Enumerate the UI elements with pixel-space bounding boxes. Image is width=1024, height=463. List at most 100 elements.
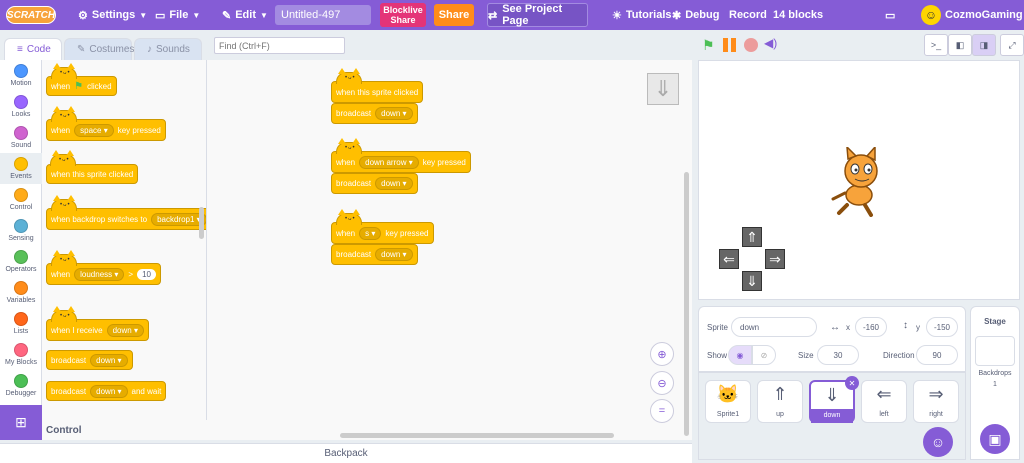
left-arrow-sprite[interactable]: ⇐ (719, 249, 739, 269)
edit-menu[interactable]: ✎ Edit ▼ (222, 0, 268, 30)
size-input[interactable]: 30 (817, 345, 859, 365)
right-arrow-sprite[interactable]: ⇒ (765, 249, 785, 269)
when-sprite-clicked-block[interactable]: when this sprite clicked (46, 164, 139, 184)
up-arrow-sprite[interactable]: ⇑ (742, 227, 762, 247)
settings-menu[interactable]: ⚙ Settings ▼ (78, 0, 147, 30)
category-my-blocks[interactable]: My Blocks (0, 339, 42, 370)
direction-input[interactable]: 90 (916, 345, 958, 365)
project-title-input[interactable]: Untitled-497 (275, 5, 371, 25)
small-stage-button[interactable]: ◧ (948, 34, 972, 56)
when-backdrop-switches-block[interactable]: •ᴗ• when backdrop switches to backdrop1 ▾ (46, 195, 206, 230)
debug-menu[interactable]: ✱ Debug (672, 0, 719, 30)
palette-scrollbar[interactable] (199, 207, 204, 239)
tab-code[interactable]: ≡ Code (4, 38, 62, 60)
show-visible-toggle[interactable]: ◉ (728, 345, 752, 365)
category-variables[interactable]: Variables (0, 277, 42, 308)
key-dropdown[interactable]: space ▾ (74, 123, 114, 137)
threshold-input[interactable]: 10 (137, 268, 156, 280)
message-dropdown[interactable]: down ▾ (375, 248, 413, 261)
message-dropdown[interactable]: down ▾ (106, 323, 144, 337)
blocklive-share-button[interactable]: Blocklive Share (380, 3, 426, 27)
zoom-out-icon: ⊖ (657, 377, 667, 390)
find-input[interactable] (214, 37, 345, 54)
pause-bar (731, 38, 736, 52)
workspace-vertical-scrollbar[interactable] (684, 172, 689, 436)
zoom-reset-button[interactable]: = (650, 399, 674, 423)
message-dropdown[interactable]: down ▾ (90, 353, 128, 367)
message-dropdown[interactable]: down ▾ (375, 177, 413, 190)
when-key-pressed-block[interactable]: •ᴗ• when space ▾ key pressed (46, 106, 166, 141)
see-project-page-button[interactable]: ⇄ See Project Page (487, 3, 588, 27)
record-menu[interactable]: Record (729, 0, 767, 30)
add-sprite-button[interactable]: ☺ (923, 427, 953, 457)
sprite-tile-right[interactable]: ⇒ right (913, 380, 959, 423)
key-dropdown[interactable]: down arrow ▾ (359, 155, 419, 169)
tab-sounds-label: Sounds (156, 44, 190, 55)
category-debugger[interactable]: Debugger (0, 370, 42, 401)
when-flag-clicked-block[interactable]: •ᴗ• when ⚑ clicked (46, 63, 117, 96)
zoom-out-button[interactable]: ⊖ (650, 371, 674, 395)
hat-ears: •ᴗ• (51, 195, 77, 211)
category-sensing[interactable]: Sensing (0, 215, 42, 246)
sprite-name-input[interactable]: down (731, 317, 817, 337)
account-menu[interactable]: ☺CozmoGaming▼ (921, 0, 1024, 30)
when-loudness-block[interactable]: •ᴗ• when loudness ▾ >10 (46, 250, 161, 285)
category-motion[interactable]: Motion (0, 60, 42, 91)
tutorials-menu[interactable]: ☀ Tutorials (612, 0, 672, 30)
my-stuff-folder[interactable]: ▭ (885, 0, 895, 30)
tab-costumes[interactable]: ✎ Costumes (64, 38, 134, 60)
message-dropdown[interactable]: down ▾ (90, 384, 128, 398)
tab-sounds[interactable]: ♪ Sounds (134, 38, 202, 60)
fullscreen-button[interactable]: ⤢ (1000, 34, 1024, 56)
terminal-icon: >_ (930, 40, 942, 50)
add-backdrop-button[interactable]: ▣ (980, 424, 1010, 454)
file-menu[interactable]: ▭ File ▼ (155, 0, 200, 30)
pause-button[interactable] (723, 38, 737, 52)
down-arrow-icon: ⇓ (746, 272, 758, 289)
broadcast-block[interactable]: broadcast down ▾ (331, 244, 418, 265)
green-flag-button[interactable]: ⚑ (702, 37, 715, 54)
when-key-pressed-block[interactable]: •ᴗ• when s ▾ key pressed (331, 209, 434, 244)
add-extension-button[interactable]: ⊞ (0, 405, 42, 440)
category-control[interactable]: Control (0, 184, 42, 215)
script-workspace[interactable]: •ᴗ• when this sprite clicked broadcast dow… (207, 60, 692, 440)
when-i-receive-block[interactable]: •ᴗ• when I receive down ▾ (46, 306, 149, 341)
show-hidden-toggle[interactable]: ⊘ (752, 345, 776, 365)
broadcast-block[interactable]: broadcast down ▾ (331, 173, 418, 194)
scratch-logo[interactable]: SCRATCH (6, 6, 56, 24)
sprite-tile-sprite1[interactable]: 🐱 Sprite1 (705, 380, 751, 423)
y-arrows-icon: ↕ (903, 320, 908, 331)
broadcast-block[interactable]: broadcast down ▾ (46, 350, 133, 370)
x-position-input[interactable]: -160 (855, 317, 887, 337)
sound-toggle-icon[interactable]: ◀) (764, 36, 777, 50)
sprite-tile-left[interactable]: ⇐ left (861, 380, 907, 423)
message-dropdown[interactable]: down ▾ (375, 107, 413, 120)
cat-sprite[interactable] (823, 147, 893, 217)
delete-sprite-button[interactable]: ✕ (845, 376, 859, 390)
block-text: broadcast (51, 355, 87, 365)
workspace-horizontal-scrollbar[interactable] (340, 433, 614, 438)
avatar: ☺ (921, 5, 941, 25)
share-button[interactable]: Share (434, 4, 474, 26)
sensor-dropdown[interactable]: loudness ▾ (74, 267, 125, 281)
when-sprite-clicked-block[interactable]: •ᴗ• when this sprite clicked (331, 68, 424, 103)
sprite-tile-up[interactable]: ⇑ up (757, 380, 803, 423)
normal-stage-button[interactable]: ◨ (972, 34, 996, 56)
message-value: down (96, 355, 116, 365)
category-lists[interactable]: Lists (0, 308, 42, 339)
broadcast-block[interactable]: broadcast down ▾ (331, 103, 418, 124)
category-operators[interactable]: Operators (0, 246, 42, 277)
category-looks[interactable]: Looks (0, 91, 42, 122)
stop-button[interactable] (744, 38, 758, 52)
console-button[interactable]: >_ (924, 34, 948, 56)
backpack[interactable]: Backpack (0, 443, 692, 463)
down-arrow-sprite[interactable]: ⇓ (742, 271, 762, 291)
key-dropdown[interactable]: s ▾ (359, 226, 382, 240)
when-key-pressed-block[interactable]: •ᴗ• when down arrow ▾ key pressed (331, 138, 471, 173)
stage-canvas[interactable]: ⇑ ⇐ ⇒ ⇓ (698, 60, 1020, 300)
category-events[interactable]: Events (0, 153, 42, 184)
zoom-in-button[interactable]: ⊕ (650, 342, 674, 366)
broadcast-and-wait-block[interactable]: broadcast down ▾ and wait (46, 381, 167, 401)
y-position-input[interactable]: -150 (926, 317, 958, 337)
category-sound[interactable]: Sound (0, 122, 42, 153)
